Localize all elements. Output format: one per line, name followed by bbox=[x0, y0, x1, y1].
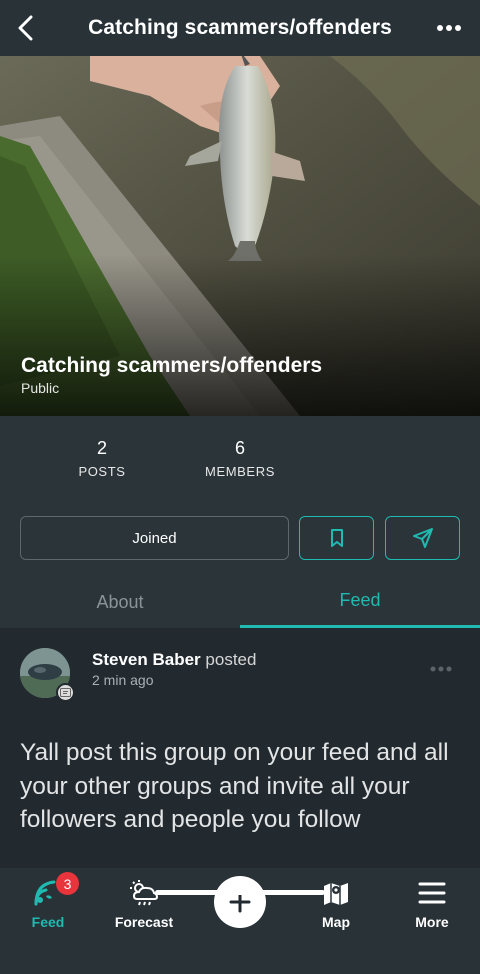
more-horizontal-icon bbox=[437, 25, 461, 31]
nav-feed[interactable]: Feed bbox=[0, 876, 96, 936]
nav-more-label: More bbox=[415, 914, 449, 930]
page-title: Catching scammers/offenders bbox=[88, 16, 392, 39]
share-button[interactable] bbox=[385, 516, 460, 560]
post-timestamp: 2 min ago bbox=[92, 672, 154, 688]
posts-count: 2 bbox=[96, 438, 107, 458]
more-horizontal-icon bbox=[430, 666, 452, 672]
post-body: Yall post this group on your feed and al… bbox=[20, 739, 449, 833]
members-label: MEMBERS bbox=[205, 464, 275, 479]
post-action: posted bbox=[205, 650, 257, 669]
feed-post: Steven Baber posted 2 min ago Yall post … bbox=[0, 628, 480, 868]
tab-feed[interactable]: Feed bbox=[240, 576, 480, 628]
group-cover-image: Catching scammers/offenders Public bbox=[0, 56, 480, 416]
nav-forecast-label: Forecast bbox=[114, 914, 174, 930]
map-icon bbox=[324, 883, 348, 905]
posts-label: POSTS bbox=[78, 464, 126, 479]
post-author-line: Steven Baber posted bbox=[92, 650, 256, 670]
more-options-button[interactable] bbox=[432, 14, 466, 42]
post-options-button[interactable] bbox=[428, 662, 454, 676]
home-indicator[interactable] bbox=[155, 890, 325, 895]
back-button[interactable] bbox=[8, 10, 44, 46]
bookmark-button[interactable] bbox=[299, 516, 374, 560]
top-bar: Catching scammers/offenders bbox=[0, 0, 480, 56]
nav-map-label: Map bbox=[322, 914, 350, 930]
nav-more[interactable]: More bbox=[384, 876, 480, 936]
nav-forecast[interactable]: Forecast bbox=[96, 876, 192, 936]
nav-map[interactable]: Map bbox=[288, 876, 384, 936]
chevron-left-icon bbox=[18, 15, 33, 41]
author-name[interactable]: Steven Baber bbox=[92, 650, 201, 669]
verified-badge-icon bbox=[56, 683, 75, 702]
members-stat[interactable]: 6 MEMBERS bbox=[180, 438, 300, 479]
create-post-button[interactable] bbox=[214, 876, 266, 928]
send-icon bbox=[412, 528, 433, 548]
group-tabs: About Feed bbox=[0, 576, 480, 628]
group-visibility: Public bbox=[21, 380, 60, 396]
joined-button[interactable]: Joined bbox=[20, 516, 289, 560]
members-count: 6 bbox=[234, 438, 245, 458]
group-name: Catching scammers/offenders bbox=[21, 354, 323, 377]
notification-badge: 3 bbox=[56, 872, 79, 895]
bottom-navigation: Feed 3 Forecast Map More bbox=[0, 868, 480, 974]
group-stats: 2 POSTS 6 MEMBERS bbox=[0, 416, 480, 496]
bookmark-icon bbox=[330, 529, 343, 547]
tab-about[interactable]: About bbox=[0, 576, 240, 628]
group-actions: Joined bbox=[0, 496, 480, 576]
nav-feed-label: Feed bbox=[31, 914, 65, 930]
menu-icon bbox=[418, 882, 446, 904]
posts-stat[interactable]: 2 POSTS bbox=[42, 438, 162, 479]
